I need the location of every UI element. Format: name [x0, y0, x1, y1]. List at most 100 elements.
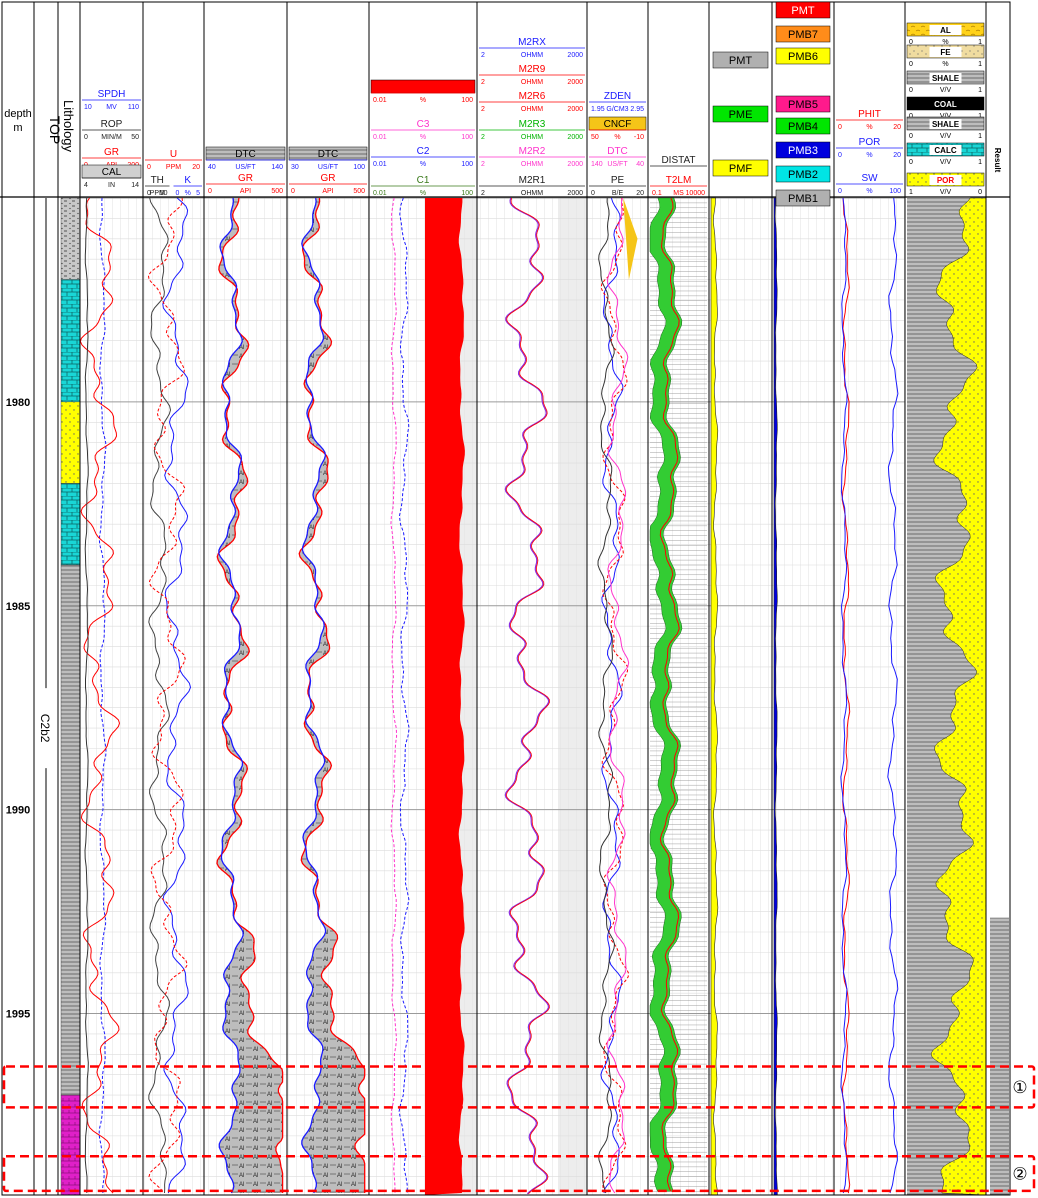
pmb-label: PMT [791, 5, 815, 17]
vol-label: SHALE [932, 120, 960, 129]
header-label-track-resistivity-0: M2RX [518, 37, 546, 48]
header-max: 100 [353, 164, 365, 171]
vol-min: 0 [909, 87, 913, 94]
header-unit: B/E [612, 190, 624, 197]
header-min: 1.95 [591, 106, 605, 113]
lithology-interval-4 [60, 564, 81, 1096]
header-max: 20 [893, 152, 901, 159]
header-label-track-u-th-k-0: U [170, 149, 177, 160]
header-unit: G/CM3 [606, 106, 628, 113]
header-max: 2000 [567, 106, 583, 113]
header-label-track-density-neutron-1: CNCF [604, 119, 632, 130]
grid-vertical [587, 198, 648, 1195]
header-min: 0 [291, 188, 295, 195]
pm-label: PME [729, 109, 753, 121]
vol-max: 1 [978, 133, 982, 140]
vol-max: 0 [978, 189, 982, 196]
pmb-label: PMB3 [788, 145, 818, 157]
callout-label-1: ① [1012, 1078, 1027, 1097]
header-unit: % [614, 134, 620, 141]
header-min: 0.01 [373, 161, 387, 168]
header-min: 2 [481, 161, 485, 168]
header-unit: % [420, 190, 426, 197]
header-label-track-dtc-gr-1-0: DTC [235, 149, 256, 160]
header-label-track-resistivity-1: M2R9 [519, 64, 546, 75]
header-unit: % [185, 190, 191, 197]
header-min: 2 [481, 52, 485, 59]
header-max: 20 [893, 124, 901, 131]
lithology-interval-3 [60, 483, 81, 566]
grid-vertical [80, 198, 143, 1195]
vol-label: FE [940, 48, 951, 57]
header-max: 20 [636, 190, 644, 197]
header-max: 500 [353, 188, 365, 195]
header-unit: API [240, 188, 251, 195]
header-unit: % [866, 188, 872, 195]
header-min: 2 [481, 106, 485, 113]
header-label-track-porosity-1: POR [859, 137, 881, 148]
header-min: 0.1 [652, 190, 662, 197]
header-min: 0 [208, 188, 212, 195]
header-label-track-dtc-gr-2-1: GR [321, 173, 336, 184]
header-unit: PPM [150, 190, 165, 197]
header-unit: MV [106, 104, 117, 111]
header-unit: OHMM [521, 52, 543, 59]
header-min: 10 [84, 104, 92, 111]
header-label-track-gas-0: TG [416, 82, 430, 93]
formation-label: C2b2 [38, 714, 52, 743]
pmb-label: PMB2 [788, 169, 818, 181]
header-max: 50 [131, 134, 139, 141]
header-min: 30 [291, 164, 299, 171]
pmb-label: PMB6 [788, 51, 818, 63]
header-min: 0 [147, 164, 151, 171]
header-label-track-resistivity-2: M2R6 [519, 91, 546, 102]
header-min: 0.01 [373, 190, 387, 197]
vol-label: AL [940, 26, 951, 35]
pm-label: PMF [729, 163, 753, 175]
header-min: 0 [591, 190, 595, 197]
header-max: 40 [636, 161, 644, 168]
header-label-track-spdh-rop-gr-cal-0: SPDH [98, 89, 126, 100]
header-max: 20 [192, 164, 200, 171]
vol-label: COAL [934, 100, 957, 109]
header-unit: US/FT [318, 164, 339, 171]
pmb-label: PMB5 [788, 99, 818, 111]
header-max: 100 [461, 134, 473, 141]
pmb-label: PMB4 [788, 121, 818, 133]
grid-vertical [709, 198, 772, 1195]
result-title: Result [993, 148, 1002, 173]
header-label-track-density-neutron-0: ZDEN [604, 91, 631, 102]
header-unit: OHMM [521, 134, 543, 141]
header-max: 100 [461, 190, 473, 197]
header-max: 2000 [567, 79, 583, 86]
vol-label: SHALE [932, 74, 960, 83]
header-min: 2 [481, 134, 485, 141]
header-label-track-u-th-k-1: TH [151, 175, 164, 186]
header-label-track-porosity-2: SW [861, 173, 878, 184]
lithology-interval-2 [60, 401, 81, 484]
header-min: 0.01 [373, 97, 387, 104]
header-label-track-spdh-rop-gr-cal-2: GR [104, 147, 119, 158]
header-unit: US/FT [607, 161, 628, 168]
vol-unit: V/V [940, 133, 952, 140]
header-label-track-gas-2: C2 [417, 146, 430, 157]
grid-vertical [834, 198, 905, 1195]
header-unit: % [420, 97, 426, 104]
header-unit: OHMM [521, 79, 543, 86]
vol-min: 0 [909, 133, 913, 140]
header-max: 10000 [686, 190, 706, 197]
header-max: 14 [131, 182, 139, 189]
depth-tick-2: 1990 [6, 805, 30, 817]
header-min: 140 [591, 161, 603, 168]
header-unit: % [420, 161, 426, 168]
depth-unit: m [13, 122, 22, 134]
top-title: TOP [47, 116, 63, 145]
header-min: 0 [84, 134, 88, 141]
lithology-interval-5 [60, 1094, 81, 1196]
header-max: 140 [271, 164, 283, 171]
header-label-track-spdh-rop-gr-cal-3: CAL [102, 167, 122, 178]
header-min: 0 [838, 188, 842, 195]
header-unit: IN [108, 182, 115, 189]
header-min: 0.01 [373, 134, 387, 141]
header-label-track-density-neutron-3: PE [611, 175, 625, 186]
